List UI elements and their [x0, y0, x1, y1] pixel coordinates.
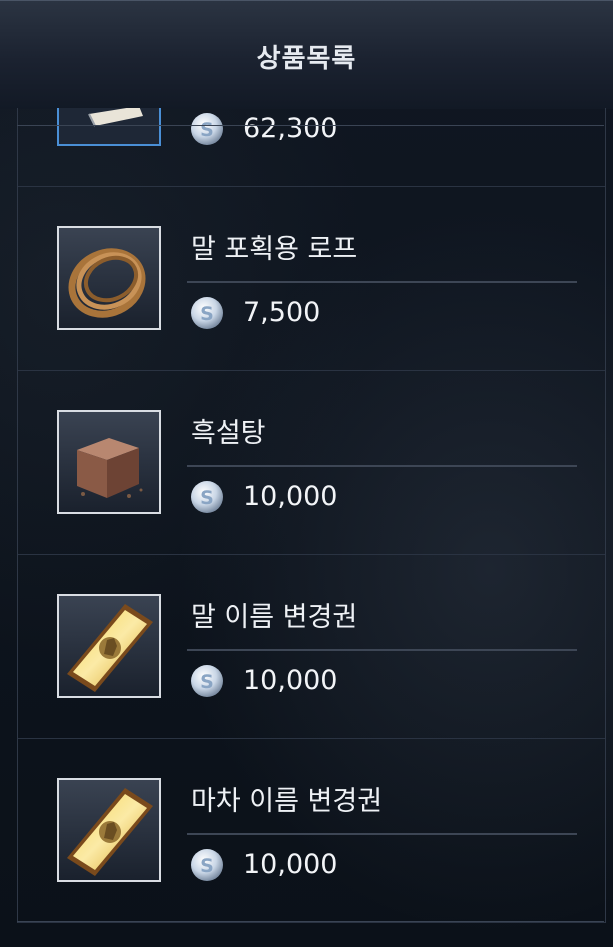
list-item[interactable]: S 62,300	[18, 108, 605, 187]
silver-coin-icon: S	[191, 113, 223, 145]
list-item[interactable]: 말 이름 변경권 S 10,000	[18, 555, 605, 739]
horse-name-ticket-icon	[57, 594, 161, 698]
svg-text:S: S	[200, 671, 214, 693]
list-item[interactable]: 흑설탕 S 10,000	[18, 371, 605, 555]
product-list-window: 상품목록 S 62,300 말 포획용 로프 S 7,500 흑설탕 S 10,…	[0, 0, 613, 947]
wagon-name-ticket-icon	[57, 778, 161, 882]
product-list[interactable]: S 62,300 말 포획용 로프 S 7,500 흑설탕 S 10,000 말…	[17, 108, 606, 923]
item-price: 7,500	[243, 297, 321, 328]
brown-sugar-cube-icon	[57, 410, 161, 514]
item-price: 10,000	[243, 481, 338, 512]
item-name: 마차 이름 변경권	[191, 786, 383, 817]
silver-coin-icon: S	[191, 665, 223, 697]
window-title: 상품목록	[256, 44, 357, 74]
item-price: 62,300	[243, 113, 338, 144]
svg-text:S: S	[200, 303, 214, 325]
silver-coin-icon: S	[191, 849, 223, 881]
scroll-item-icon	[57, 108, 161, 146]
item-divider	[187, 465, 577, 467]
item-divider	[187, 649, 577, 651]
list-top-divider	[17, 125, 604, 126]
item-name: 말 포획용 로프	[191, 234, 358, 265]
rope-icon	[57, 226, 161, 330]
item-divider	[187, 281, 577, 283]
list-bottom-divider	[17, 921, 604, 922]
item-price: 10,000	[243, 665, 338, 696]
svg-text:S: S	[200, 855, 214, 877]
window-header: 상품목록	[0, 0, 613, 109]
list-item[interactable]: 마차 이름 변경권 S 10,000	[18, 739, 605, 923]
item-divider	[187, 833, 577, 835]
list-item[interactable]: 말 포획용 로프 S 7,500	[18, 187, 605, 371]
svg-text:S: S	[200, 119, 214, 141]
silver-coin-icon: S	[191, 481, 223, 513]
item-name: 말 이름 변경권	[191, 602, 358, 633]
svg-text:S: S	[200, 487, 214, 509]
item-price: 10,000	[243, 849, 338, 880]
silver-coin-icon: S	[191, 297, 223, 329]
item-name: 흑설탕	[191, 418, 266, 449]
